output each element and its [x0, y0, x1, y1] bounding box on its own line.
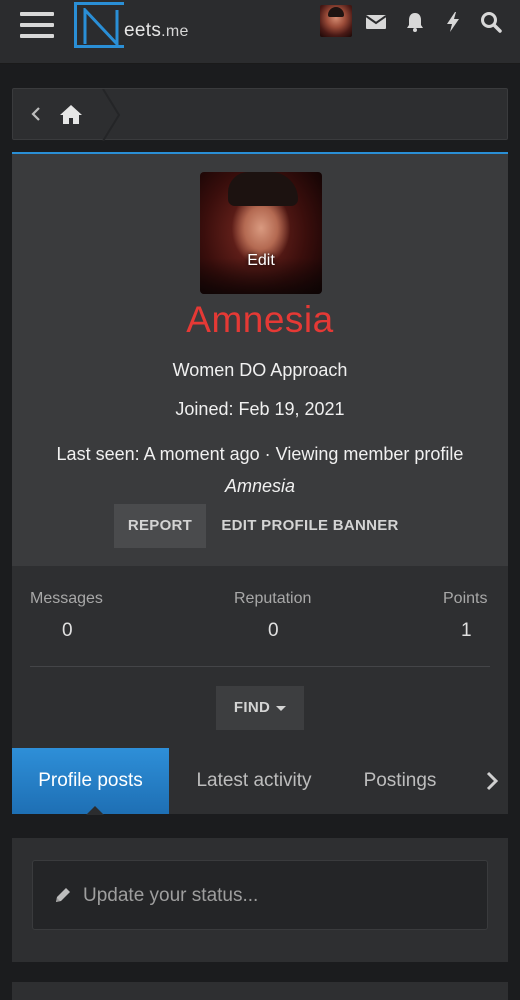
breadcrumb-separator	[102, 89, 121, 141]
stats-divider	[30, 666, 490, 667]
top-header: eets.me	[0, 0, 520, 64]
messages-label: Messages	[30, 590, 103, 607]
user-title: Women DO Approach	[172, 360, 348, 380]
logo-mark	[74, 2, 124, 48]
chevron-right-icon[interactable]	[482, 770, 502, 792]
home-icon[interactable]	[59, 103, 83, 125]
points-label: Points	[443, 590, 488, 607]
find-button[interactable]: FIND	[216, 686, 304, 730]
edit-profile-banner-button[interactable]: EDIT PROFILE BANNER	[212, 504, 408, 548]
search-icon[interactable]	[479, 10, 503, 34]
profile-tabs: Profile posts Latest activity Postings	[12, 748, 508, 815]
status-input[interactable]: Update your status...	[32, 860, 488, 930]
profile-header: Edit Amnesia Women DO Approach Joined: F…	[12, 152, 508, 566]
reputation-label: Reputation	[234, 590, 312, 607]
bell-icon[interactable]	[403, 10, 427, 34]
envelope-icon[interactable]	[364, 10, 388, 34]
tab-latest-activity[interactable]: Latest activity	[182, 748, 326, 814]
report-button[interactable]: REPORT	[114, 504, 206, 548]
status-panel: Update your status...	[12, 838, 508, 962]
avatar-hair	[228, 172, 298, 206]
messages-value[interactable]: 0	[62, 620, 73, 642]
status-placeholder: Update your status...	[83, 885, 259, 906]
active-tab-notch	[86, 806, 104, 815]
tab-postings[interactable]: Postings	[350, 748, 450, 814]
joined-date: Joined: Feb 19, 2021	[175, 399, 345, 419]
last-seen-target[interactable]: Amnesia	[12, 470, 508, 502]
bolt-icon[interactable]	[441, 10, 465, 34]
last-seen-text: Last seen: A moment ago · Viewing member…	[56, 444, 464, 464]
reputation-value[interactable]: 0	[268, 620, 279, 642]
points-value[interactable]: 1	[461, 620, 472, 642]
profile-avatar[interactable]: Edit	[200, 172, 322, 294]
chevron-left-icon[interactable]	[27, 105, 45, 123]
pencil-icon	[53, 885, 73, 905]
user-avatar[interactable]	[320, 5, 352, 37]
breadcrumb	[12, 88, 508, 141]
last-seen: Last seen: A moment ago · Viewing member…	[12, 438, 508, 502]
avatar-edit-label[interactable]: Edit	[200, 252, 322, 270]
profile-username: Amnesia	[186, 299, 334, 340]
caret-down-icon	[276, 705, 287, 711]
find-label: FIND	[233, 699, 271, 716]
logo-text: eets.me	[124, 20, 189, 41]
profile-posts-list	[12, 982, 508, 1000]
menu-icon[interactable]	[20, 10, 54, 40]
tab-profile-posts[interactable]: Profile posts	[12, 748, 169, 814]
profile-stats: Messages 0 Reputation 0 Points 1 FIND	[12, 566, 508, 748]
